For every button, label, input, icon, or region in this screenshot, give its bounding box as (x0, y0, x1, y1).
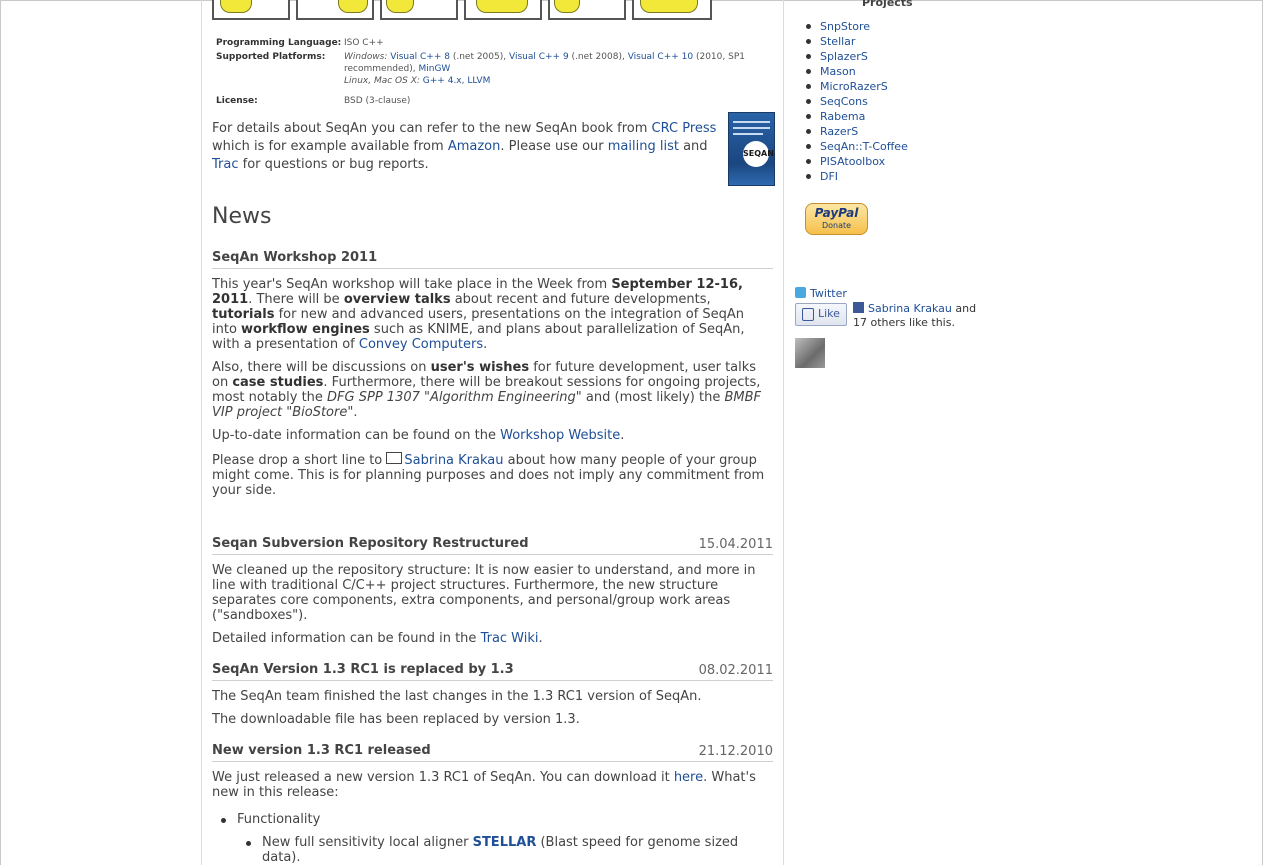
llvm-link[interactable]: LLVM (467, 76, 490, 86)
license-link[interactable]: BSD (3-clause) (344, 95, 764, 107)
crc-press-link[interactable]: CRC Press (652, 121, 717, 136)
feature-icon[interactable] (296, 0, 374, 20)
svn-paragraph-2: Detailed information can be found in the… (212, 631, 543, 646)
workshop-paragraph-1: This year's SeqAn workshop will take pla… (212, 277, 745, 352)
news-heading: News (212, 204, 272, 229)
book-logo: SEQAN (743, 141, 774, 167)
donate-label: Donate (821, 221, 852, 230)
post-title-svn: Seqan Subversion Repository Restructured… (212, 536, 773, 555)
list-item: Functionality (221, 812, 320, 827)
feature-icon[interactable] (212, 0, 290, 20)
post-date: 21.12.2010 (698, 744, 773, 759)
workshop-paragraph-4: Please drop a short line to Sabrina Krak… (212, 452, 765, 498)
feature-icon[interactable] (632, 0, 712, 20)
stellar-link[interactable]: STELLAR (473, 835, 537, 850)
platforms-label: Supported Platforms: (216, 52, 326, 62)
project-link[interactable]: MicroRazerS (805, 79, 908, 94)
project-link[interactable]: SeqAn::T-Coffee (805, 139, 908, 154)
project-link[interactable]: SeqCons (805, 94, 908, 109)
download-here-link[interactable]: here (674, 770, 703, 785)
workshop-paragraph-2: Also, there will be discussions on user'… (212, 360, 761, 420)
workshop-paragraph-3: Up-to-date information can be found on t… (212, 428, 625, 443)
v13-paragraph-2: The downloadable file has been replaced … (212, 712, 580, 727)
trac-wiki-link[interactable]: Trac Wiki (481, 631, 539, 646)
mingw-link[interactable]: MinGW (418, 64, 450, 74)
project-link[interactable]: DFI (805, 169, 908, 184)
language-value: ISO C++ (344, 38, 384, 48)
facebook-like-summary: Sabrina Krakau and 17 others like this. (853, 302, 977, 329)
platforms-value: Windows: Visual C++ 8 (.net 2005), Visua… (344, 52, 745, 86)
amazon-link[interactable]: Amazon (448, 139, 501, 154)
project-link[interactable]: RazerS (805, 124, 908, 139)
content-left-divider (201, 0, 202, 865)
fb-user-link[interactable]: Sabrina Krakau (868, 302, 952, 315)
avatar[interactable] (795, 338, 825, 368)
twitter-link[interactable]: Twitter (795, 287, 847, 300)
project-link[interactable]: Rabema (805, 109, 908, 124)
project-link[interactable]: SplazerS (805, 49, 908, 64)
mailing-list-link[interactable]: mailing list (608, 139, 679, 154)
vc8-link[interactable]: Visual C++ 8 (390, 52, 450, 62)
thumbs-up-icon (802, 308, 814, 321)
svn-paragraph-1: We cleaned up the repository structure: … (212, 563, 756, 623)
language-label: Programming Language: (216, 38, 342, 48)
post-date: 15.04.2011 (698, 537, 773, 552)
convey-link[interactable]: Convey Computers (359, 337, 483, 352)
facebook-icon (853, 302, 864, 313)
post-date: 08.02.2011 (698, 663, 773, 678)
trac-link[interactable]: Trac (212, 157, 239, 172)
list-item: New full sensitivity local aligner STELL… (246, 835, 767, 865)
post-title-rc1: New version 1.3 RC1 released 21.12.2010 (212, 743, 773, 762)
project-link[interactable]: SnpStore (805, 19, 908, 34)
v13-paragraph-1: The SeqAn team finished the last changes… (212, 689, 702, 704)
vc10-link[interactable]: Visual C++ 10 (628, 52, 693, 62)
frame-left-border (0, 0, 1, 865)
workshop-website-link[interactable]: Workshop Website (500, 428, 620, 443)
paypal-donate-button[interactable]: PayPal Donate (805, 203, 868, 235)
license-label: License: (216, 96, 258, 106)
project-link[interactable]: Stellar (805, 34, 908, 49)
facebook-like-button[interactable]: Like (795, 303, 847, 326)
twitter-icon (795, 287, 806, 298)
project-link[interactable]: PISAtoolbox (805, 154, 908, 169)
content-right-divider (783, 0, 784, 865)
project-link[interactable]: Mason (805, 64, 908, 79)
post-title-v13: SeqAn Version 1.3 RC1 is replaced by 1.3… (212, 662, 773, 681)
rc1-paragraph-1: We just released a new version 1.3 RC1 o… (212, 770, 756, 800)
projects-list: SnpStore Stellar SplazerS Mason MicroRaz… (805, 19, 908, 184)
like-label: Like (818, 307, 840, 320)
feature-icon[interactable] (548, 0, 626, 20)
intro-paragraph: For details about SeqAn you can refer to… (212, 121, 717, 172)
paypal-logo: PayPal (814, 206, 859, 220)
feature-icon-strip (212, 0, 712, 20)
projects-heading: Projects (862, 0, 913, 9)
mail-icon (386, 452, 403, 464)
post-title-workshop: SeqAn Workshop 2011 (212, 250, 773, 269)
sabrina-krakau-mail-link[interactable]: Sabrina Krakau (404, 453, 503, 468)
book-cover-image[interactable]: SEQAN (728, 112, 775, 186)
vc9-link[interactable]: Visual C++ 9 (509, 52, 569, 62)
gpp-link[interactable]: G++ 4.x (423, 76, 462, 86)
feature-icon[interactable] (464, 0, 542, 20)
feature-icon[interactable] (380, 0, 458, 20)
